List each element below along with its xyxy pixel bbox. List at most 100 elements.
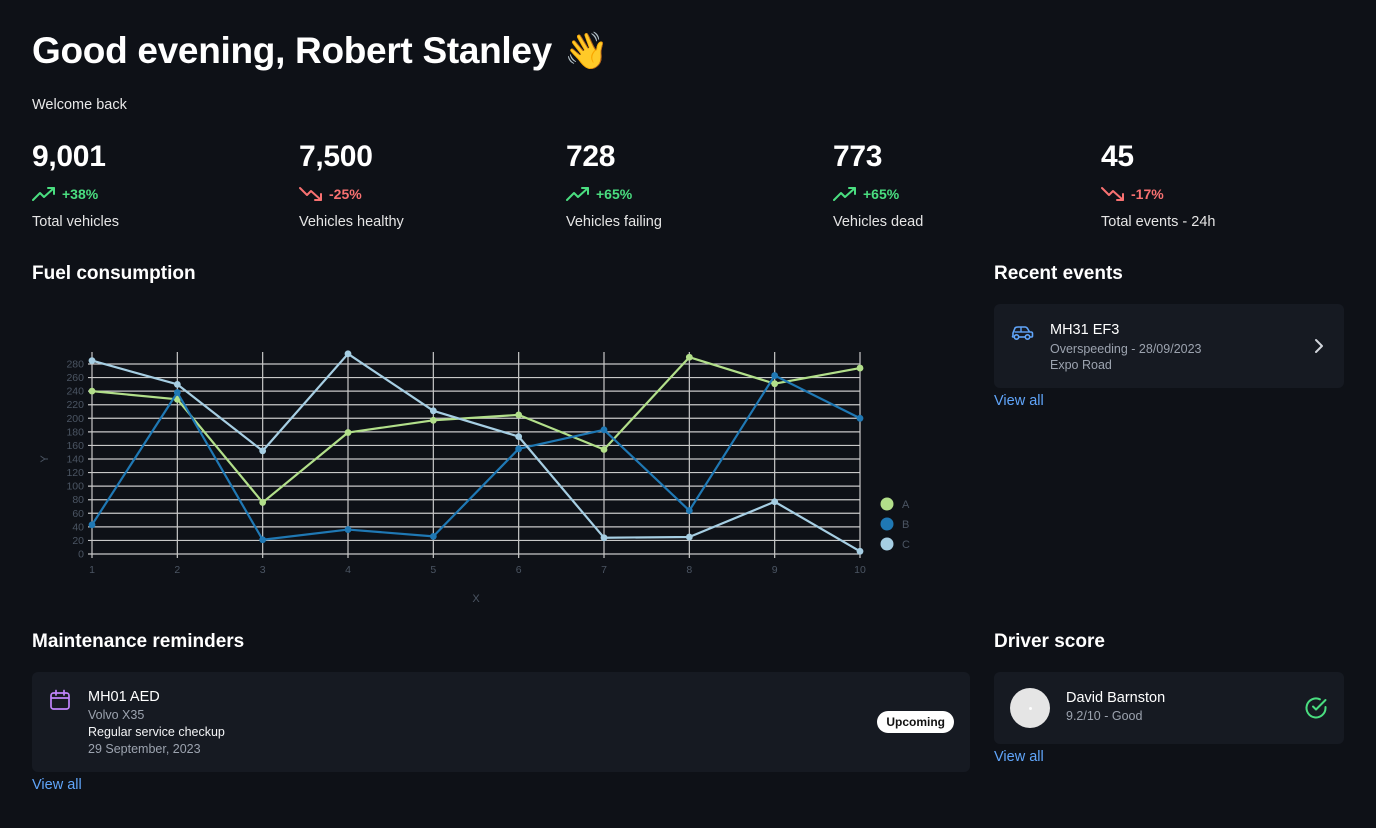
- trend-up-icon: [833, 187, 856, 201]
- maintenance-view-all[interactable]: View all: [32, 777, 82, 793]
- legend-label-A: A: [902, 499, 910, 511]
- data-point-B: [771, 372, 779, 379]
- data-point-B: [856, 414, 864, 422]
- maintenance-model: Volvo X35: [88, 708, 145, 722]
- trend-down-icon: [299, 187, 322, 201]
- driver-score-title: Driver score: [994, 631, 1105, 652]
- y-tick-label: 80: [72, 494, 84, 506]
- stat-label: Vehicles healthy: [299, 214, 404, 230]
- y-tick-label: 100: [66, 481, 84, 493]
- data-point-C: [344, 350, 352, 358]
- stat-change-value: +38%: [62, 186, 99, 202]
- series-line-A: [91, 356, 861, 504]
- stat-change-value: -17%: [1131, 186, 1164, 202]
- stat-change-value: +65%: [863, 186, 900, 202]
- event-plate: MH31 EF3: [1050, 322, 1120, 338]
- greeting-text: Good evening, Robert Stanley: [32, 30, 552, 71]
- data-point-A: [259, 499, 267, 506]
- legend-marker-B: [880, 517, 894, 531]
- y-tick-label: 280: [66, 359, 84, 371]
- stat-change-value: -25%: [329, 186, 362, 202]
- legend-marker-C: [880, 537, 894, 551]
- driver-details: David Barnston 9.2/10 - Good: [1066, 690, 1165, 723]
- calendar-icon: [50, 689, 70, 710]
- legend-label-B: B: [902, 519, 909, 531]
- event-detail: Overspeeding - 28/09/2023: [1050, 342, 1202, 356]
- data-point-B: [259, 536, 267, 544]
- y-tick-label: 140: [66, 454, 84, 466]
- recent-events-view-all[interactable]: View all: [994, 393, 1044, 409]
- data-point-B: [344, 526, 352, 533]
- stat-label: Vehicles dead: [833, 214, 924, 230]
- x-tick-label: 2: [174, 564, 180, 576]
- data-point-C: [685, 533, 693, 541]
- event-card[interactable]: MH31 EF3 Overspeeding - 28/09/2023 Expo …: [994, 304, 1344, 388]
- maintenance-details: MH01 AED Volvo X35 Regular service check…: [88, 689, 225, 756]
- fuel-consumption-title: Fuel consumption: [32, 263, 196, 284]
- stat-value: 728: [566, 140, 616, 173]
- y-tick-label: 0: [78, 549, 84, 561]
- stat-change: -25%: [299, 186, 539, 202]
- maintenance-card[interactable]: MH01 AED Volvo X35 Regular service check…: [32, 672, 970, 772]
- stat-label: Total vehicles: [32, 214, 120, 230]
- data-point-C: [515, 433, 523, 441]
- data-point-A: [856, 364, 864, 372]
- stat-vehicles-failing: 728 +65% Vehicles failing: [566, 140, 806, 230]
- stat-value: 773: [833, 140, 883, 173]
- data-point-C: [600, 534, 608, 542]
- status-badge: Upcoming: [877, 711, 954, 733]
- y-tick-label: 220: [66, 399, 84, 411]
- series-line-C: [91, 352, 861, 553]
- y-tick-label: 120: [66, 467, 84, 479]
- stat-vehicles-healthy: 7,500 -25% Vehicles healthy: [299, 140, 539, 230]
- x-tick-label: 4: [345, 564, 351, 576]
- wave-emoji: 👋: [563, 31, 609, 72]
- recent-events-title: Recent events: [994, 263, 1123, 284]
- x-tick-label: 8: [686, 564, 692, 576]
- maintenance-plate: MH01 AED: [88, 689, 160, 705]
- data-point-A: [685, 353, 693, 361]
- stat-value: 7,500: [299, 140, 373, 173]
- y-tick-label: 200: [66, 413, 84, 425]
- maintenance-date: 29 September, 2023: [88, 742, 201, 756]
- stat-change-value: +65%: [596, 186, 633, 202]
- y-tick-label: 40: [72, 521, 84, 533]
- data-point-C: [88, 357, 96, 365]
- x-tick-label: 7: [601, 564, 607, 576]
- maintenance-title: Maintenance reminders: [32, 631, 245, 652]
- x-axis-label: X: [472, 593, 480, 605]
- data-point-A: [515, 411, 523, 419]
- event-details: MH31 EF3 Overspeeding - 28/09/2023 Expo …: [1050, 322, 1202, 372]
- x-tick-label: 1: [89, 564, 95, 576]
- data-point-A: [600, 446, 608, 453]
- data-point-B: [515, 445, 523, 453]
- data-point-C: [771, 498, 779, 506]
- trend-up-icon: [566, 187, 589, 201]
- x-tick-label: 3: [260, 564, 266, 576]
- check-circle-icon: [1305, 697, 1327, 719]
- y-axis-label: Y: [39, 455, 51, 463]
- y-tick-label: 180: [66, 426, 84, 438]
- maintenance-task: Regular service checkup: [88, 725, 225, 739]
- stat-value: 45: [1101, 140, 1134, 173]
- event-location: Expo Road: [1050, 358, 1112, 372]
- x-tick-label: 6: [516, 564, 522, 576]
- fuel-consumption-chart: 0 20 4060 80100 120140 160 180200 220240 260280 1…: [39, 350, 910, 605]
- data-point-B: [88, 521, 96, 529]
- data-point-C: [856, 547, 864, 555]
- car-icon: [1011, 326, 1034, 341]
- driver-name: David Barnston: [1066, 690, 1166, 706]
- chevron-right-icon[interactable]: [1314, 338, 1324, 354]
- x-tick-label: 9: [772, 564, 778, 576]
- stat-total-vehicles: 9,001 +38% Total vehicles: [32, 140, 272, 230]
- stat-change: +38%: [32, 186, 272, 202]
- stat-change: +65%: [833, 186, 1073, 202]
- greeting-heading: Good evening, Robert Stanley 👋: [32, 30, 609, 72]
- y-tick-label: 60: [72, 508, 84, 520]
- data-point-B: [173, 389, 181, 396]
- driver-score-view-all[interactable]: View all: [994, 749, 1044, 765]
- trend-down-icon: [1101, 187, 1124, 201]
- data-point-B: [600, 426, 608, 434]
- driver-card[interactable]: David Barnston 9.2/10 - Good: [994, 672, 1344, 744]
- stat-value: 9,001: [32, 140, 106, 173]
